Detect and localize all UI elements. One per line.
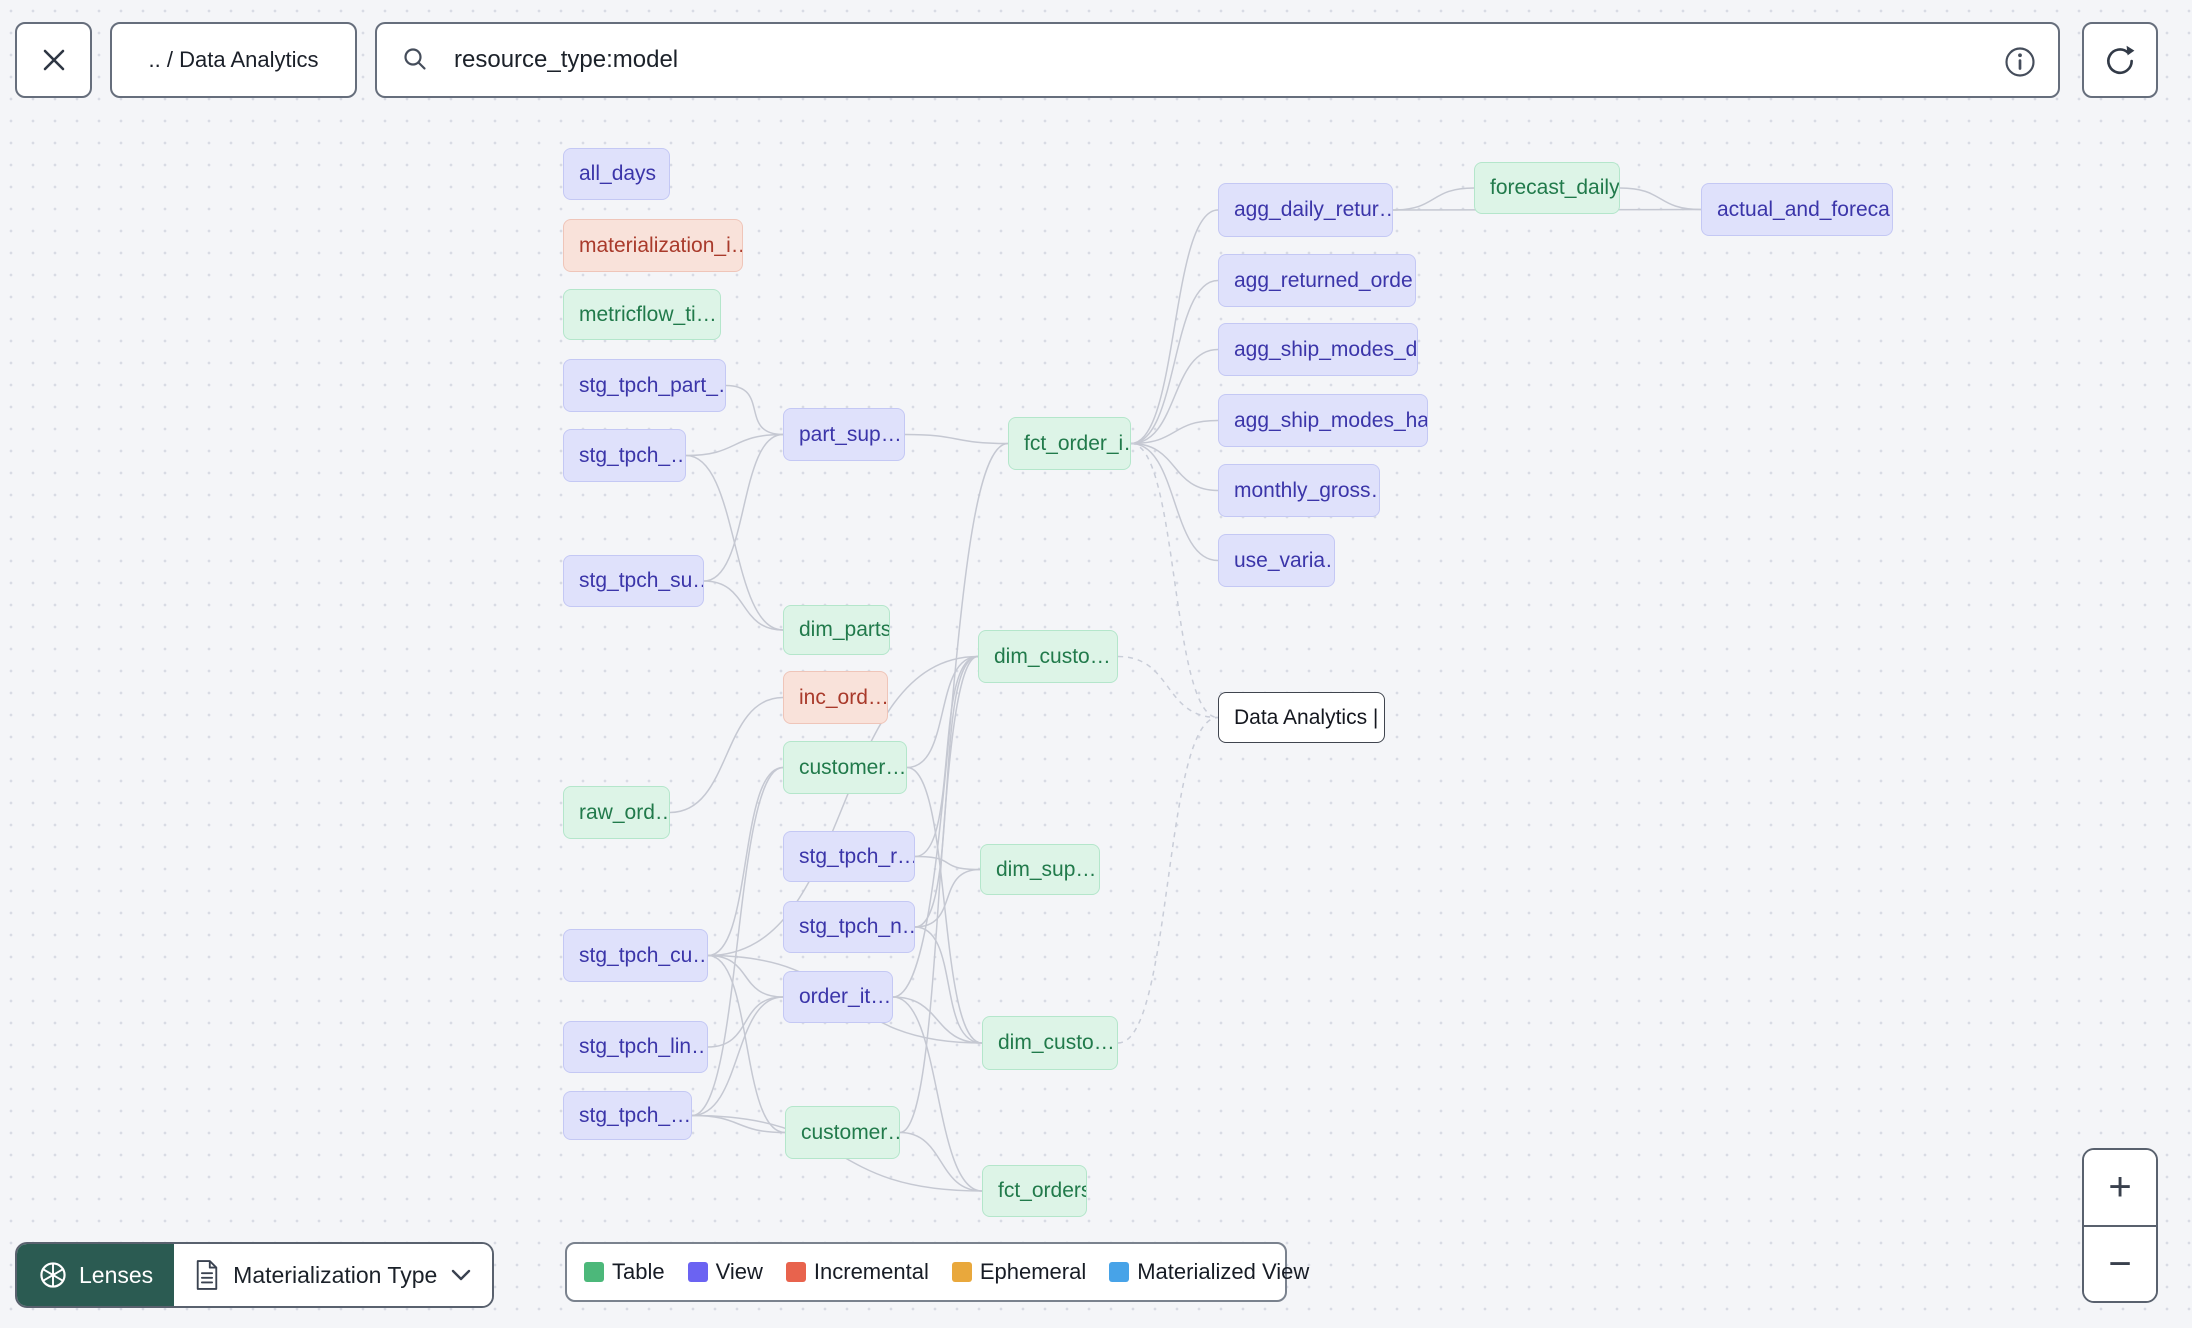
legend-label: View	[715, 1259, 763, 1284]
materialization-legend: Table View Incremental Ephemeral Materialize…	[565, 1242, 1309, 1302]
legend-item-ephemeral: Ephemeral	[951, 1259, 1087, 1285]
legend-items: Table View Incremental Ephemeral Materialize…	[584, 1259, 1309, 1285]
graph-node-customer_b[interactable]: customer…	[785, 1106, 900, 1159]
graph-node-agg_daily_retur[interactable]: agg_daily_retur…	[1218, 183, 1393, 237]
graph-node-all_days[interactable]: all_days	[563, 148, 670, 200]
legend-swatch	[951, 1262, 972, 1282]
legend-swatch	[785, 1262, 806, 1282]
graph-node-stg_tpch_lin[interactable]: stg_tpch_lin…	[563, 1021, 708, 1073]
edge-order_it-to-dim_custo_b	[892, 996, 983, 1044]
edge-stg_tpch_n-to-dim_sup	[914, 868, 981, 928]
graph-node-stg_tpch_cu[interactable]: stg_tpch_cu…	[563, 929, 708, 982]
graph-node-materialization_i[interactable]: materialization_i…	[563, 219, 743, 272]
graph-node-agg_ship_modes_d[interactable]: agg_ship_modes_d…	[1218, 323, 1418, 376]
breadcrumb[interactable]: .. / Data Analytics	[110, 22, 357, 98]
edge-fct_order_i-to-monthly_gross	[1130, 442, 1219, 492]
graph-node-dim_parts[interactable]: dim_parts	[783, 605, 890, 655]
graph-node-actual_and_foreca[interactable]: actual_and_foreca…	[1701, 183, 1893, 236]
edge-customer_b-to-fct_orders	[899, 1131, 983, 1192]
graph-node-order_it[interactable]: order_it…	[783, 971, 893, 1023]
graph-node-agg_ship_modes_ha[interactable]: agg_ship_modes_ha…	[1218, 394, 1428, 447]
refresh-icon	[2107, 45, 2135, 75]
graph-node-dim_custo_a[interactable]: dim_custo…	[978, 630, 1118, 683]
lenses-button-label: Lenses	[79, 1261, 154, 1288]
graph-node-stg_tpch_b[interactable]: stg_tpch_…	[563, 1091, 692, 1140]
zoom-controls: + −	[2082, 1148, 2158, 1303]
chevron-down-icon	[452, 1269, 471, 1281]
graph-node-forecast_daily[interactable]: forecast_daily…	[1474, 162, 1620, 214]
refresh-button[interactable]	[2082, 22, 2158, 98]
close-icon	[43, 49, 64, 71]
legend-item-table: Table	[584, 1259, 665, 1285]
graph-node-stg_tpch_su[interactable]: stg_tpch_su…	[563, 555, 704, 607]
edge-part_sup-to-fct_order_i	[904, 433, 1009, 445]
graph-node-stg_tpch_r[interactable]: stg_tpch_r…	[783, 831, 915, 882]
edge-fct_order_i-to-agg_daily_retur	[1130, 209, 1219, 445]
legend-label: Materialized View	[1137, 1259, 1310, 1284]
search-icon	[404, 48, 426, 70]
graph-node-metricflow_ti[interactable]: metricflow_ti…	[563, 289, 721, 340]
zoom-out-button[interactable]: −	[2084, 1226, 2156, 1301]
edge-stg_tpch_a-to-part_sup	[685, 433, 784, 457]
edge-fct_order_i-to-data_analytics	[1130, 442, 1219, 719]
lenses-bar: Lenses Materialization Type	[15, 1242, 495, 1308]
graph-node-monthly_gross[interactable]: monthly_gross…	[1218, 464, 1380, 517]
edge-customer_a-to-dim_custo_b	[906, 766, 983, 1044]
graph-node-stg_tpch_part[interactable]: stg_tpch_part_…	[563, 359, 726, 412]
graph-node-fct_order_i[interactable]: fct_order_i…	[1008, 417, 1131, 470]
graph-node-part_sup[interactable]: part_sup…	[783, 408, 905, 461]
lens-selector[interactable]: Materialization Type	[174, 1244, 493, 1306]
search-bar	[375, 22, 2060, 98]
legend-label: Incremental	[813, 1259, 929, 1284]
breadcrumb-label: .. / Data Analytics	[148, 47, 319, 72]
edge-fct_order_i-to-agg_returned_orde	[1130, 279, 1219, 445]
aperture-icon	[40, 1262, 66, 1288]
edge-stg_tpch_su-to-dim_parts	[703, 580, 784, 631]
edge-stg_tpch_su-to-part_sup	[703, 433, 784, 582]
legend-item-materialized-view: Materialized View	[1109, 1259, 1309, 1285]
edge-agg_daily_retur-to-forecast_daily	[1392, 187, 1475, 211]
document-icon	[196, 1260, 218, 1290]
graph-node-stg_tpch_a[interactable]: stg_tpch_…	[563, 429, 686, 482]
legend-swatch	[584, 1262, 604, 1282]
graph-node-fct_orders[interactable]: fct_orders	[982, 1165, 1087, 1217]
graph-node-stg_tpch_n[interactable]: stg_tpch_n…	[783, 901, 915, 953]
graph-node-agg_returned_orde[interactable]: agg_returned_orde…	[1218, 254, 1416, 307]
edge-customer_a-to-dim_custo_a	[906, 655, 979, 769]
close-button[interactable]	[15, 22, 92, 98]
graph-node-dim_sup[interactable]: dim_sup…	[980, 844, 1100, 895]
graph-node-use_varia[interactable]: use_varia…	[1218, 534, 1335, 587]
edge-order_it-to-fct_orders	[892, 996, 983, 1192]
graph-node-inc_ord[interactable]: inc_ord…	[783, 671, 888, 724]
legend-swatch	[687, 1262, 708, 1282]
search-input[interactable]	[452, 29, 2004, 91]
graph-node-customer_a[interactable]: customer…	[783, 741, 907, 794]
lenses-button[interactable]: Lenses	[17, 1244, 175, 1306]
legend-item-view: View	[687, 1259, 763, 1285]
edge-forecast_daily-to-actual_and_foreca	[1619, 187, 1702, 211]
graph-node-dim_custo_b[interactable]: dim_custo…	[982, 1016, 1118, 1070]
legend-label: Ephemeral	[979, 1259, 1087, 1284]
legend-item-incremental: Incremental	[785, 1259, 929, 1285]
edge-stg_tpch_cu-to-customer_b	[707, 954, 786, 1134]
edge-stg_tpch_part-to-part_sup	[725, 384, 784, 436]
graph-node-data_analytics[interactable]: Data Analytics | …	[1218, 692, 1385, 743]
legend-swatch	[1109, 1262, 1130, 1282]
edge-dim_custo_a-to-data_analytics	[1117, 655, 1219, 719]
graph-node-raw_ord[interactable]: raw_ord…	[563, 786, 670, 839]
info-icon[interactable]	[2002, 44, 2038, 80]
edge-fct_order_i-to-use_varia	[1130, 442, 1219, 562]
edge-stg_tpch_cu-to-customer_a	[707, 766, 784, 957]
zoom-in-button[interactable]: +	[2084, 1150, 2156, 1227]
edge-dim_custo_b-to-data_analytics	[1117, 716, 1219, 1044]
legend-label: Table	[612, 1259, 665, 1284]
lens-selected-label: Materialization Type	[233, 1261, 438, 1288]
edge-raw_ord-to-inc_ord	[669, 696, 784, 814]
edge-stg_tpch_r-to-dim_sup	[914, 855, 981, 871]
